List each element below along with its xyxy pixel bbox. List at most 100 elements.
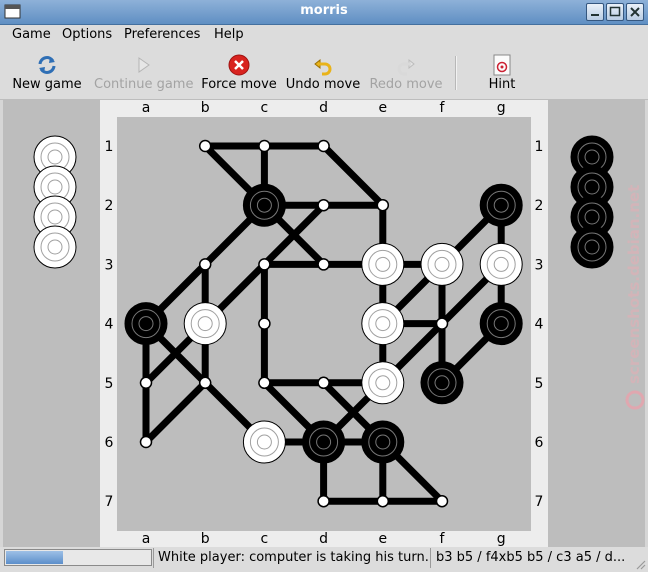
white-piece-e3[interactable] — [361, 242, 405, 286]
minimize-button[interactable] — [586, 3, 604, 21]
board-area: a a b b c c d d e e f f g g 1 1 2 2 3 3 4 4 5 5 6 6 7 7 — [100, 100, 548, 547]
watermark-logo: screenshots.debian.net — [625, 185, 645, 410]
column-label: d — [319, 100, 328, 116]
close-icon — [630, 7, 640, 17]
hint-label: Hint — [488, 77, 516, 92]
column-label: a — [142, 531, 151, 547]
white-piece-b4[interactable] — [183, 302, 227, 346]
white-piece-f3[interactable] — [420, 242, 464, 286]
status-divider — [430, 548, 431, 568]
board-point-d7[interactable] — [317, 494, 330, 508]
hint-button[interactable]: Hint — [474, 53, 530, 97]
white-reserve-panel — [3, 100, 100, 547]
board-point-f7[interactable] — [435, 494, 449, 508]
progress-bar — [4, 549, 152, 566]
black-piece-c2[interactable] — [242, 183, 286, 227]
new-game-label: New game — [12, 77, 82, 92]
black-piece-g2[interactable] — [479, 183, 523, 227]
board-point-e2[interactable] — [376, 198, 390, 212]
undo-move-label: Undo move — [285, 77, 361, 92]
stop-icon — [228, 54, 250, 76]
board-point-d1[interactable] — [317, 139, 330, 153]
white-piece-e5[interactable] — [361, 361, 405, 405]
black-piece-e6[interactable] — [361, 420, 405, 464]
refresh-icon — [38, 56, 56, 74]
status-divider — [153, 548, 154, 568]
column-label: b — [201, 531, 210, 547]
play-icon — [138, 57, 150, 73]
board-point-c1[interactable] — [258, 139, 271, 153]
continue-game-label: Continue game — [94, 77, 194, 92]
board-point-c5[interactable] — [258, 376, 271, 390]
column-label: g — [497, 100, 506, 116]
column-label: f — [440, 531, 446, 547]
close-button[interactable] — [626, 3, 644, 21]
hint-icon — [493, 54, 511, 76]
board-point-a6[interactable] — [139, 435, 153, 449]
row-label: 1 — [535, 139, 544, 155]
redo-move-button[interactable]: Redo move — [368, 53, 444, 97]
new-game-button[interactable]: New game — [8, 53, 86, 97]
board-point-d5[interactable] — [317, 376, 330, 390]
menu-game[interactable]: Game — [12, 27, 51, 42]
maximize-icon — [609, 6, 621, 17]
board-point-b1[interactable] — [198, 139, 212, 153]
menu-help[interactable]: Help — [214, 27, 244, 42]
column-label: a — [142, 100, 151, 116]
column-label: g — [497, 531, 506, 547]
progress-fill — [6, 551, 63, 564]
maximize-button[interactable] — [606, 3, 624, 21]
row-label: 7 — [105, 494, 114, 510]
board-point-d2[interactable] — [317, 198, 330, 212]
board-point-a5[interactable] — [139, 376, 153, 390]
resize-grip-icon[interactable] — [634, 558, 646, 570]
white-piece-c6[interactable] — [242, 420, 286, 464]
watermark: screenshots.debian.net — [624, 164, 646, 414]
board-point-c3[interactable] — [258, 258, 271, 271]
black-reserve-piece[interactable] — [570, 225, 614, 269]
board-point-f4[interactable] — [435, 317, 449, 330]
board-point-c4[interactable] — [258, 317, 271, 330]
window-title: morris — [300, 3, 348, 18]
column-label: d — [319, 531, 328, 547]
row-label: 3 — [535, 257, 544, 273]
svg-text:screenshots.debian.net: screenshots.debian.net — [625, 185, 643, 384]
status-message: White player: computer is taking his tur… — [158, 550, 428, 565]
menu-preferences[interactable]: Preferences — [124, 27, 200, 42]
row-label: 7 — [535, 494, 544, 510]
white-reserve-pieces — [33, 135, 77, 269]
board-point-b5[interactable] — [198, 376, 212, 390]
black-piece-f5[interactable] — [420, 361, 464, 405]
row-label: 4 — [105, 317, 114, 333]
toolbar-separator — [455, 56, 457, 90]
white-piece-e4[interactable] — [361, 302, 405, 346]
continue-game-button[interactable]: Continue game — [94, 53, 194, 97]
row-label: 2 — [535, 198, 544, 214]
row-label: 6 — [535, 435, 544, 451]
white-reserve-piece[interactable] — [33, 225, 77, 269]
undo-icon — [314, 58, 332, 76]
board-point-e7[interactable] — [376, 494, 390, 508]
undo-move-button[interactable]: Undo move — [284, 53, 362, 97]
black-piece-d6[interactable] — [302, 420, 346, 464]
minimize-icon — [591, 14, 599, 16]
black-piece-a4[interactable] — [124, 302, 168, 346]
black-piece-g4[interactable] — [479, 302, 523, 346]
board-point-d3[interactable] — [317, 258, 330, 271]
redo-icon — [397, 58, 415, 76]
menu-options[interactable]: Options — [62, 27, 112, 42]
column-label: c — [261, 100, 269, 116]
force-move-button[interactable]: Force move — [200, 53, 278, 97]
white-piece-g3[interactable] — [479, 242, 523, 286]
title-bar: morris — [0, 0, 648, 25]
board-point-b3[interactable] — [198, 258, 212, 271]
menu-bar: Game Options Preferences Help — [0, 25, 648, 47]
row-label: 3 — [105, 257, 114, 273]
morris-board[interactable]: a a b b c c d d e e f f g g 1 1 2 2 3 3 4 4 5 5 6 6 7 7 — [100, 100, 548, 547]
row-label: 5 — [105, 376, 114, 392]
row-label: 6 — [105, 435, 114, 451]
column-label: e — [378, 100, 387, 116]
column-label: e — [378, 531, 387, 547]
row-label: 4 — [535, 317, 544, 333]
force-move-label: Force move — [201, 77, 277, 92]
